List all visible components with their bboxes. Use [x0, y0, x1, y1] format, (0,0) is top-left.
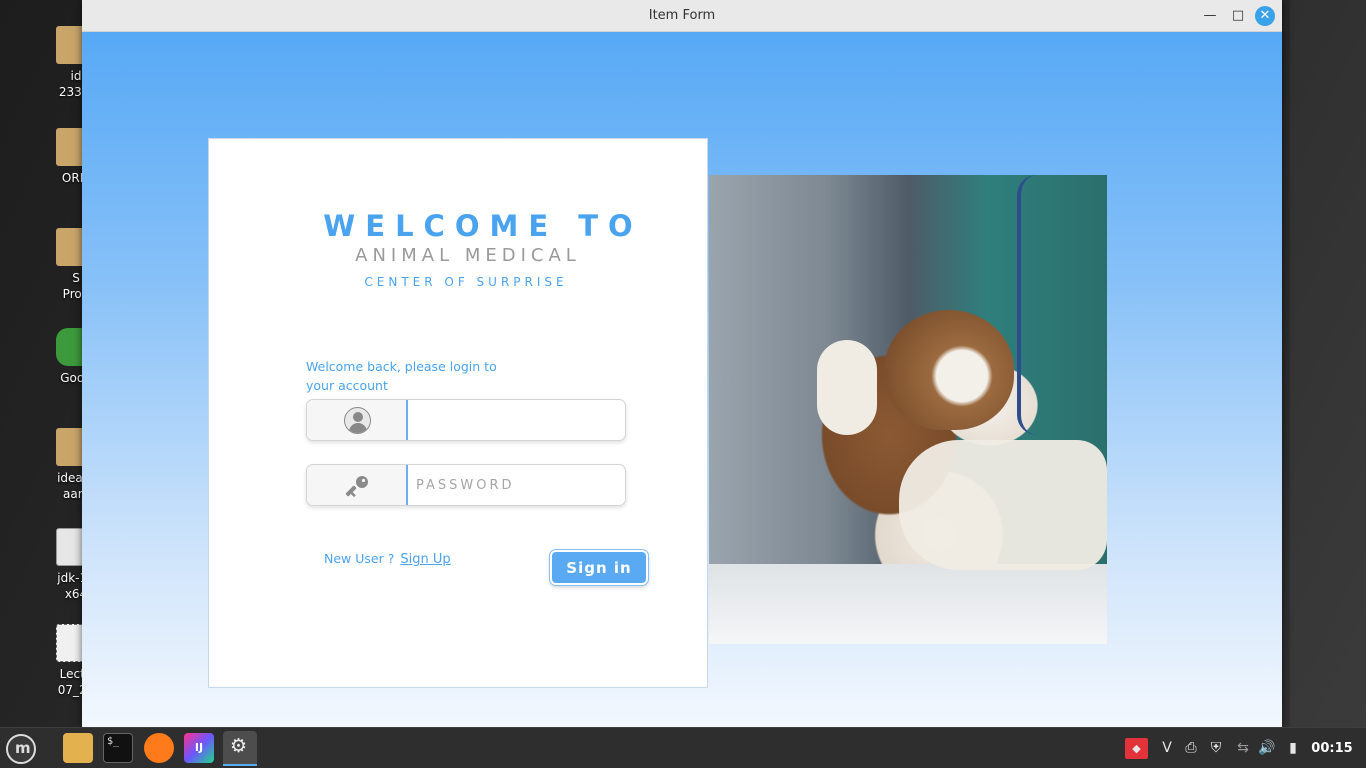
- menu-icon[interactable]: m: [6, 734, 36, 764]
- user-icon: [344, 407, 371, 434]
- signup-link[interactable]: Sign Up: [400, 552, 450, 567]
- clipboard-icon[interactable]: ⎙: [1183, 728, 1199, 768]
- maximize-button[interactable]: □: [1228, 6, 1248, 26]
- minimize-icon: —: [1203, 8, 1217, 23]
- window-titlebar[interactable]: Item Form — □ ✕: [82, 0, 1282, 32]
- anydesk-icon[interactable]: ◆: [1125, 738, 1148, 759]
- network-icon[interactable]: ⇆: [1234, 728, 1252, 768]
- item-form-window: Item Form — □ ✕ WELCOME TO ANIMAL MEDICA…: [82, 0, 1282, 727]
- minimize-button[interactable]: —: [1200, 6, 1220, 26]
- intellij-idea-icon[interactable]: IJ: [184, 733, 214, 763]
- desktop-icons: id 233.1 ORM S Prog Goog idealU aarc jdk…: [0, 0, 96, 727]
- signin-button[interactable]: Sign in: [550, 550, 648, 585]
- welcome-subtitle: ANIMAL MEDICAL: [355, 245, 581, 266]
- stethoscope-shape: [1017, 175, 1057, 435]
- username-input[interactable]: [410, 400, 625, 440]
- volume-icon[interactable]: 🔊: [1258, 728, 1276, 768]
- password-icon-box: [307, 465, 408, 505]
- signup-row: New User ? Sign Up: [324, 551, 451, 567]
- password-input[interactable]: [410, 465, 625, 505]
- window-title: Item Form: [648, 8, 716, 23]
- welcome-back-text: Welcome back, please login to your accou…: [306, 359, 497, 393]
- taskbar: m $_ IJ ⚙ ◆ ᐯ ⎙ ⛨ ⇆ 🔊 ▮ 00:15: [0, 727, 1366, 768]
- terminal-icon[interactable]: $_: [103, 733, 133, 763]
- maximize-icon: □: [1231, 8, 1245, 23]
- clock[interactable]: 00:15: [1306, 728, 1358, 768]
- welcome-title: WELCOME TO: [323, 209, 643, 243]
- bluetooth-icon[interactable]: ᐯ: [1160, 728, 1174, 768]
- puppy-shape: [884, 310, 1014, 430]
- battery-icon[interactable]: ▮: [1286, 728, 1300, 768]
- close-icon: ✕: [1259, 8, 1271, 23]
- login-panel: WELCOME TO ANIMAL MEDICAL CENTER OF SURP…: [208, 138, 708, 688]
- desktop-decoration: [1290, 0, 1366, 727]
- key-icon: [345, 476, 368, 498]
- glove-shape: [899, 440, 1107, 570]
- window-content: WELCOME TO ANIMAL MEDICAL CENTER OF SURP…: [82, 32, 1282, 727]
- close-button[interactable]: ✕: [1255, 6, 1275, 26]
- password-field: [306, 464, 626, 506]
- username-icon-box: [307, 400, 408, 440]
- welcome-tagline: CENTER OF SURPRISE: [364, 275, 568, 289]
- settings-icon[interactable]: ⚙: [223, 731, 257, 766]
- files-icon[interactable]: [63, 733, 93, 763]
- idea-icon-label: IJ: [194, 741, 204, 754]
- puppy-veterinarian-photo: [709, 175, 1107, 644]
- exam-table-shape: [709, 564, 1107, 644]
- glove-shape: [817, 340, 877, 435]
- username-field: [306, 399, 626, 441]
- new-user-label: New User ?: [324, 551, 395, 566]
- terminal-icon-label: $_: [107, 736, 120, 747]
- firefox-icon[interactable]: [144, 733, 174, 763]
- shield-icon[interactable]: ⛨: [1207, 728, 1225, 768]
